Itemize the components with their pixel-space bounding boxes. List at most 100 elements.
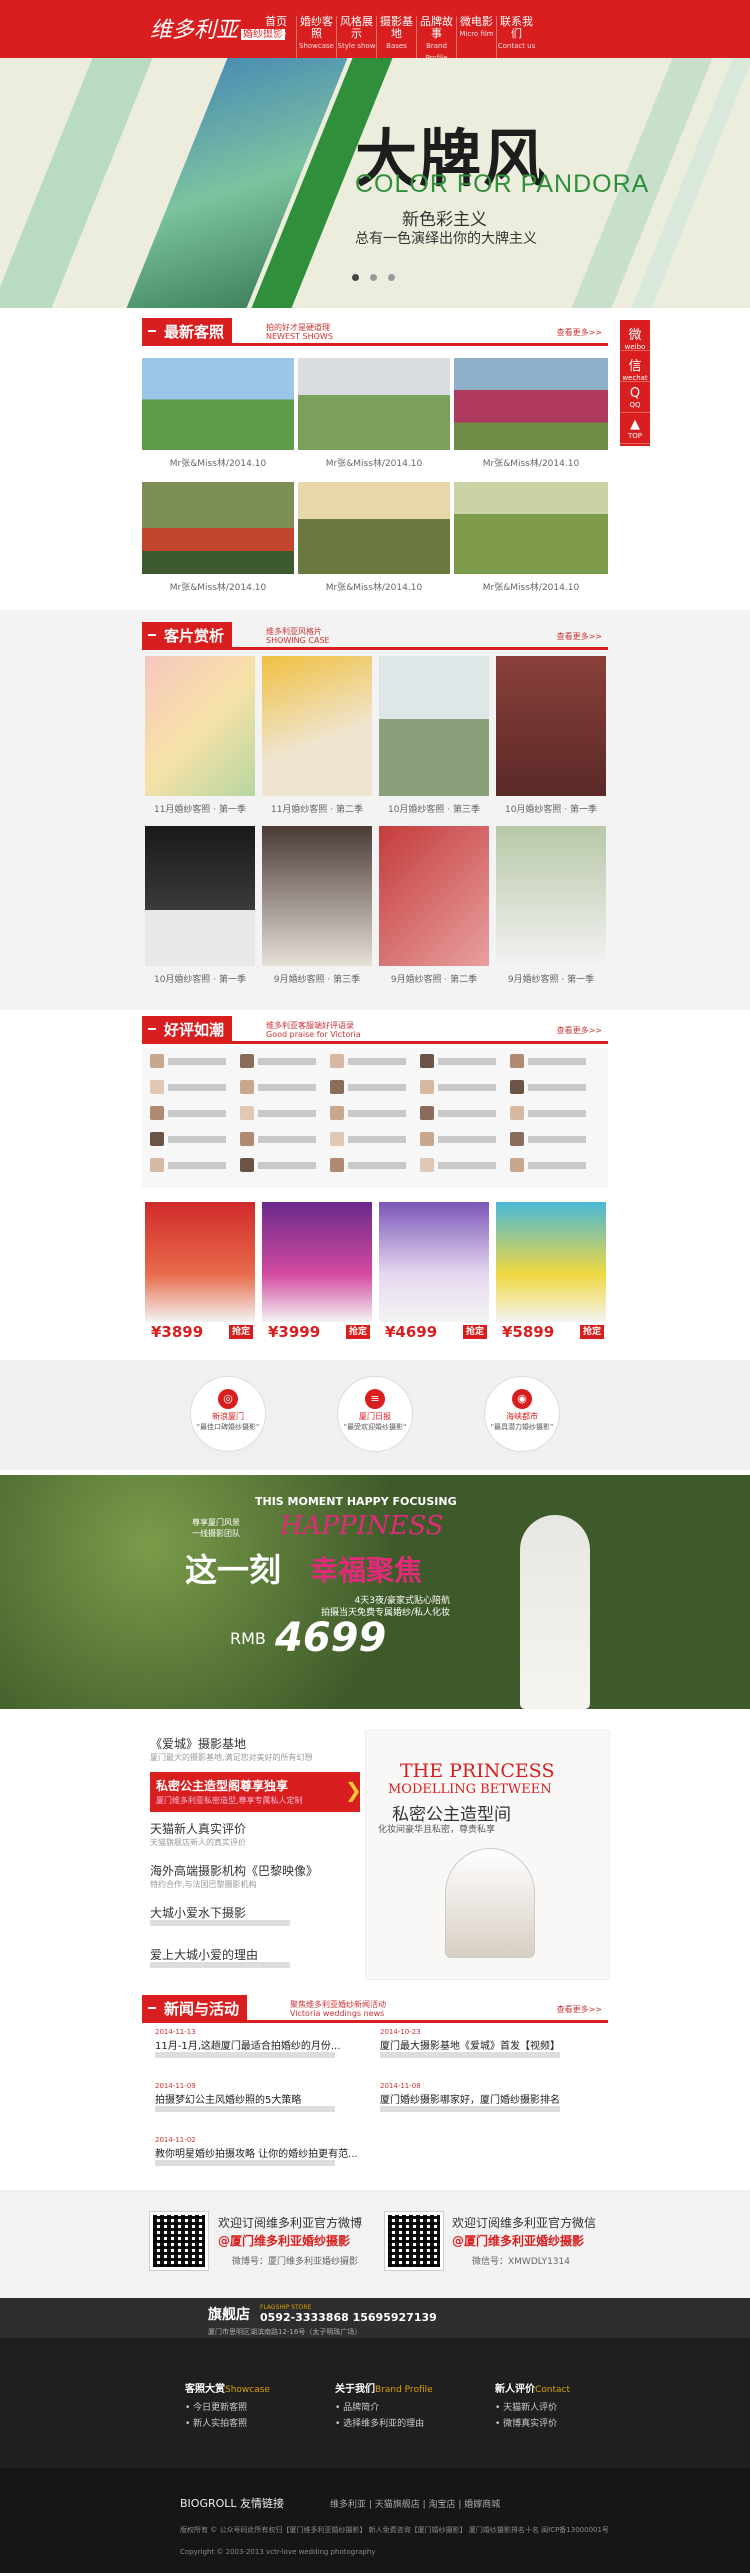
photo[interactable] bbox=[454, 482, 608, 574]
promo-banner[interactable]: THIS MOMENT HAPPY FOCUSING 尊享厦门风景 一线摄影团队 … bbox=[0, 1475, 750, 1709]
photo[interactable] bbox=[298, 482, 450, 574]
review-item[interactable] bbox=[150, 1132, 226, 1146]
footer-link[interactable]: • 选择维多利亚的理由 bbox=[335, 2416, 424, 2429]
news-date: 2014-11-08 bbox=[380, 2082, 421, 2090]
list-item-title[interactable]: 爱上大城小爱的理由 bbox=[150, 1946, 258, 1963]
footer-link[interactable]: • 天猫新人评价 bbox=[495, 2400, 557, 2413]
news-title[interactable]: 厦门婚纱摄影哪家好，厦门婚纱摄影排名 bbox=[380, 2091, 560, 2106]
book-button[interactable]: 抢定 bbox=[228, 1325, 253, 1339]
weibo-icon[interactable]: 微 weibo bbox=[620, 320, 650, 351]
book-button[interactable]: 抢定 bbox=[579, 1325, 604, 1339]
slider-dot[interactable] bbox=[388, 274, 395, 281]
nav-home[interactable]: 首页 Home bbox=[256, 16, 296, 64]
promo-card[interactable] bbox=[262, 1202, 372, 1322]
footer-link[interactable]: • 微博真实评价 bbox=[495, 2416, 557, 2429]
news-title[interactable]: 拍摄梦幻公主风婚纱照的5大策略 bbox=[155, 2091, 301, 2106]
list-item-title[interactable]: 私密公主造型阁尊享独享 bbox=[156, 1777, 288, 1794]
review-item[interactable] bbox=[330, 1106, 406, 1120]
promo-price: ¥4699 抢定 bbox=[379, 1322, 489, 1342]
award-badge: ◉ 海峡都市 "最具潜力婚纱摄影" bbox=[484, 1376, 560, 1452]
photo[interactable] bbox=[379, 826, 489, 966]
copyright-area bbox=[0, 2468, 750, 2573]
photo[interactable] bbox=[496, 656, 606, 796]
photo[interactable] bbox=[145, 656, 255, 796]
footer-link[interactable]: • 今日更新客照 bbox=[185, 2400, 247, 2413]
list-item-sub: 特约合作,与法国巴黎摄影机构 bbox=[150, 1880, 257, 1889]
promo-card[interactable] bbox=[496, 1202, 606, 1322]
book-button[interactable]: 抢定 bbox=[345, 1325, 370, 1339]
review-text bbox=[168, 1109, 226, 1117]
review-item[interactable] bbox=[420, 1132, 496, 1146]
review-item[interactable] bbox=[150, 1080, 226, 1094]
review-item[interactable] bbox=[330, 1080, 406, 1094]
photo[interactable] bbox=[379, 656, 489, 796]
photo[interactable] bbox=[298, 358, 450, 450]
review-item[interactable] bbox=[150, 1106, 226, 1120]
list-item-title[interactable]: 天猫新人真实评价 bbox=[150, 1820, 246, 1837]
news-excerpt bbox=[155, 2106, 335, 2112]
qq-icon[interactable]: Q QQ bbox=[620, 382, 650, 413]
review-item[interactable] bbox=[240, 1158, 316, 1172]
book-button[interactable]: 抢定 bbox=[462, 1325, 487, 1339]
review-item[interactable] bbox=[240, 1080, 316, 1094]
photo[interactable] bbox=[262, 826, 372, 966]
review-item[interactable] bbox=[510, 1054, 586, 1068]
photo[interactable] bbox=[142, 482, 294, 574]
news-title[interactable]: 11月-1月,这趟厦门最适合拍婚纱的月份... bbox=[155, 2037, 340, 2052]
review-item[interactable] bbox=[420, 1054, 496, 1068]
review-item[interactable] bbox=[420, 1158, 496, 1172]
back-to-top-icon[interactable]: ▲ TOP bbox=[620, 413, 650, 444]
weibo-account[interactable]: @厦门维多利亚婚纱摄影 bbox=[218, 2232, 350, 2249]
photo[interactable] bbox=[142, 358, 294, 450]
photo[interactable] bbox=[496, 826, 606, 966]
nav-bases[interactable]: 摄影基地 Bases bbox=[376, 16, 416, 64]
wechat-icon[interactable]: 信 wechat bbox=[620, 351, 650, 382]
nav-brand[interactable]: 品牌故事Brand Profile bbox=[416, 16, 456, 64]
photo-caption: Mr张&Miss林/2014.10 bbox=[169, 459, 267, 469]
more-link[interactable]: 查看更多>> bbox=[557, 631, 602, 642]
news-title[interactable]: 厦门最大摄影基地《爱城》首发【视频】 bbox=[380, 2037, 560, 2052]
review-item[interactable] bbox=[330, 1158, 406, 1172]
promo-card[interactable] bbox=[145, 1202, 255, 1322]
news-title[interactable]: 教你明星婚纱拍摄攻略 让你的婚纱拍更有范... bbox=[155, 2145, 358, 2160]
review-item[interactable] bbox=[510, 1080, 586, 1094]
weibo-id: 微博号：厦门维多利亚婚纱摄影 bbox=[232, 2257, 359, 2267]
review-item[interactable] bbox=[240, 1106, 316, 1120]
nav-showcase[interactable]: 婚纱客照 Showcase bbox=[296, 16, 336, 64]
slider-dot[interactable] bbox=[352, 274, 359, 281]
more-link[interactable]: 查看更多>> bbox=[557, 327, 602, 338]
slider-dot[interactable] bbox=[370, 274, 377, 281]
avatar bbox=[240, 1132, 254, 1146]
review-item[interactable] bbox=[150, 1054, 226, 1068]
more-link[interactable]: 查看更多>> bbox=[557, 2004, 602, 2015]
list-item-title[interactable]: 海外高端摄影机构《巴黎映像》 bbox=[150, 1862, 318, 1879]
review-item[interactable] bbox=[510, 1132, 586, 1146]
photo[interactable] bbox=[454, 358, 608, 450]
photo[interactable] bbox=[145, 826, 255, 966]
wechat-account[interactable]: @厦门维多利亚婚纱摄影 bbox=[452, 2232, 584, 2249]
photo[interactable] bbox=[262, 656, 372, 796]
list-item-title[interactable]: 大城小爱水下摄影 bbox=[150, 1904, 246, 1921]
news-excerpt bbox=[155, 2052, 335, 2058]
nav-film[interactable]: 微电影 Micro film bbox=[456, 16, 496, 64]
review-item[interactable] bbox=[240, 1054, 316, 1068]
review-item[interactable] bbox=[420, 1080, 496, 1094]
review-item[interactable] bbox=[510, 1106, 586, 1120]
news-excerpt bbox=[380, 2052, 560, 2058]
friend-links[interactable]: 维多利亚 | 天猫旗舰店 | 淘宝店 | 婚嫁商城 bbox=[330, 2497, 500, 2510]
review-item[interactable] bbox=[150, 1158, 226, 1172]
review-item[interactable] bbox=[240, 1132, 316, 1146]
promo-card[interactable] bbox=[379, 1202, 489, 1322]
weibo-follow-title: 欢迎订阅维多利亚官方微博 bbox=[218, 2216, 363, 2230]
review-item[interactable] bbox=[420, 1106, 496, 1120]
review-item[interactable] bbox=[330, 1132, 406, 1146]
review-item[interactable] bbox=[510, 1158, 586, 1172]
list-item-title[interactable]: 《爱城》摄影基地 bbox=[150, 1735, 246, 1752]
review-item[interactable] bbox=[330, 1054, 406, 1068]
nav-style[interactable]: 风格展示 Style show bbox=[336, 16, 376, 64]
footer-link[interactable]: • 品牌简介 bbox=[335, 2400, 379, 2413]
footer-link[interactable]: • 新人实拍客照 bbox=[185, 2416, 247, 2429]
more-link[interactable]: 查看更多>> bbox=[557, 1025, 602, 1036]
section-desc: 拍的好才是硬道理 NEWEST SHOWS bbox=[266, 323, 333, 341]
nav-contact[interactable]: 联系我们 Contact us bbox=[496, 16, 536, 64]
